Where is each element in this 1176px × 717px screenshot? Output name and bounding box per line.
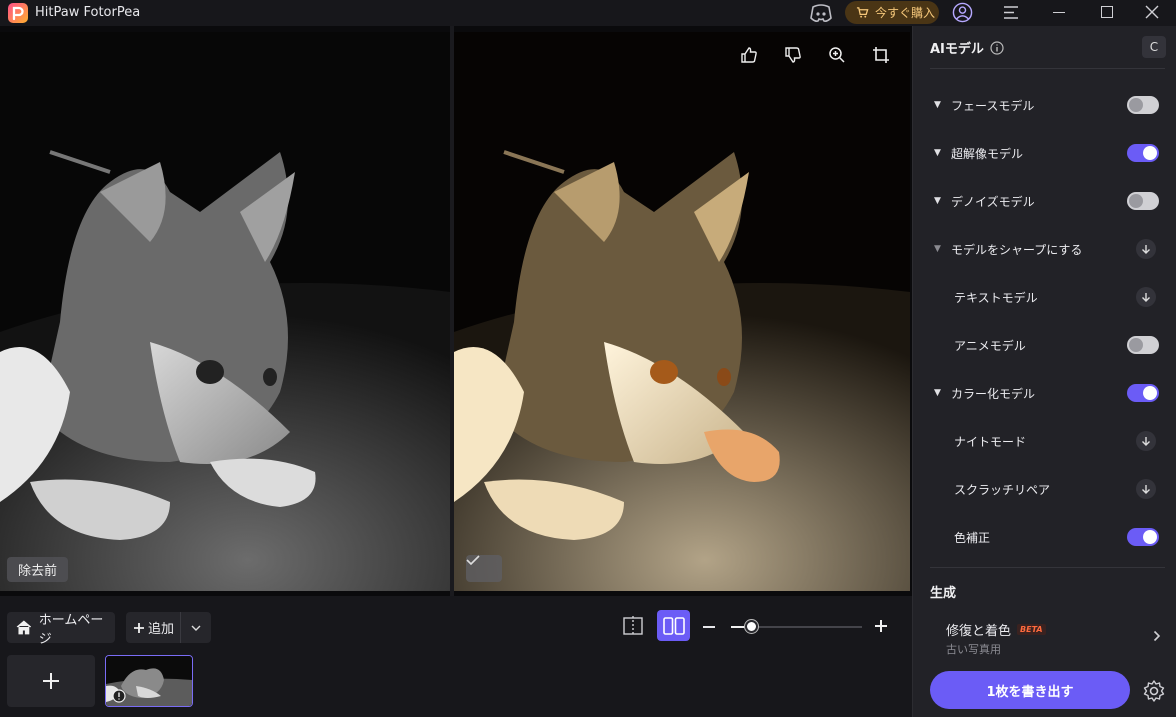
plus-icon <box>134 622 144 633</box>
single-view-icon[interactable] <box>622 615 644 637</box>
download-model-button[interactable] <box>1136 479 1156 499</box>
after-check-badge <box>466 555 502 582</box>
model-toggle[interactable] <box>1127 96 1159 114</box>
model-row[interactable]: ▼ 超解像モデル <box>930 141 1165 165</box>
panel-header: AIモデル <box>930 38 1004 57</box>
title-bar: HitPaw FotorPea 今すぐ購入 <box>0 0 1176 26</box>
bottom-bar: ホームページ 追加 <box>0 596 912 717</box>
add-thumbnail-button[interactable] <box>7 655 95 707</box>
app-title: HitPaw FotorPea <box>35 5 141 20</box>
separator <box>930 68 1165 69</box>
download-model-button[interactable] <box>1136 287 1156 307</box>
buy-now-label: 今すぐ購入 <box>875 6 936 20</box>
chevron-down-icon <box>191 625 201 631</box>
model-row[interactable]: ▼ フェースモデル <box>930 93 1165 117</box>
crop-icon[interactable] <box>872 46 894 68</box>
zoom-slider-handle[interactable] <box>744 620 758 633</box>
add-image-button[interactable]: 追加 <box>126 612 181 643</box>
zoom-in-icon[interactable] <box>828 46 850 68</box>
model-label: 超解像モデル <box>951 146 1024 161</box>
thumbs-down-icon[interactable] <box>784 46 806 68</box>
buy-now-button[interactable]: 今すぐ購入 <box>845 1 939 24</box>
ai-model-panel: AIモデル C ▼ フェースモデル ▼ 超解像モデル ▼ デノイズモデル ▼ モデルをシャープ… <box>912 26 1176 717</box>
model-toggle[interactable] <box>1127 528 1159 546</box>
expand-triangle-icon[interactable]: ▼ <box>934 100 946 110</box>
model-toggle[interactable] <box>1127 384 1159 402</box>
restore-colorize-subtitle: 古い写真用 <box>946 643 1001 656</box>
model-label: デノイズモデル <box>951 194 1035 209</box>
model-row[interactable]: ナイトモード <box>930 429 1165 453</box>
model-label: 色補正 <box>954 530 991 545</box>
download-icon <box>1142 484 1150 494</box>
reset-button[interactable]: C <box>1142 36 1166 58</box>
expand-triangle-icon[interactable]: ▼ <box>934 388 946 398</box>
home-icon <box>16 620 32 635</box>
chevron-right-icon <box>1153 630 1161 642</box>
app-window: HitPaw FotorPea 今すぐ購入 除去前 ホームページ 追加 AIモデ… <box>0 0 1176 717</box>
model-label: テキストモデル <box>954 290 1038 305</box>
download-icon <box>1142 292 1150 302</box>
add-button[interactable]: 追加 <box>126 612 211 643</box>
model-label: ナイトモード <box>954 434 1027 449</box>
model-row[interactable]: アニメモデル <box>930 333 1165 357</box>
add-dropdown[interactable] <box>181 625 211 631</box>
download-model-button[interactable] <box>1136 431 1156 451</box>
image-canvas: 除去前 <box>0 26 912 596</box>
model-label: フェースモデル <box>951 98 1035 113</box>
model-row[interactable]: 色補正 <box>930 525 1165 549</box>
model-label: スクラッチリペア <box>954 482 1051 497</box>
model-toggle[interactable] <box>1127 144 1159 162</box>
maximize-icon[interactable] <box>1101 6 1113 18</box>
before-image <box>0 32 450 591</box>
image-thumbnail[interactable] <box>105 655 193 707</box>
generate-section-title: 生成 <box>930 586 957 601</box>
info-status-icon <box>112 689 126 703</box>
split-view-button[interactable] <box>657 610 690 641</box>
settings-gear-icon[interactable] <box>1142 679 1166 703</box>
restore-colorize-title: 修復と着色 <box>946 624 1012 639</box>
after-image <box>454 32 910 591</box>
download-model-button[interactable] <box>1136 239 1156 259</box>
before-image-pane[interactable]: 除去前 <box>0 32 450 591</box>
panel-title: AIモデル <box>930 42 984 57</box>
minimize-icon[interactable] <box>1053 12 1065 13</box>
logo-icon <box>8 3 28 23</box>
restore-colorize-item[interactable]: 修復と着色 BETA 古い写真用 <box>946 620 1161 658</box>
check-icon <box>466 555 480 565</box>
expand-triangle-icon[interactable]: ▼ <box>934 148 946 158</box>
model-row[interactable]: ▼ カラー化モデル <box>930 381 1165 405</box>
expand-triangle-icon[interactable]: ▼ <box>934 244 946 254</box>
zoom-out-icon[interactable] <box>703 626 715 628</box>
model-row[interactable]: ▼ モデルをシャープにする <box>930 237 1165 261</box>
discord-icon[interactable] <box>809 3 833 23</box>
after-image-pane[interactable] <box>454 32 910 591</box>
model-row[interactable]: テキストモデル <box>930 285 1165 309</box>
zoom-in-plus-icon[interactable] <box>873 618 889 634</box>
split-view-icon <box>662 616 685 635</box>
download-icon <box>1142 244 1150 254</box>
beta-badge: BETA <box>1017 624 1046 635</box>
model-label: アニメモデル <box>954 338 1026 353</box>
home-button[interactable]: ホームページ <box>7 612 115 647</box>
download-icon <box>1142 436 1150 446</box>
separator <box>930 567 1165 568</box>
model-toggle[interactable] <box>1127 336 1159 354</box>
expand-triangle-icon[interactable]: ▼ <box>934 196 946 206</box>
model-label: モデルをシャープにする <box>951 242 1083 257</box>
cart-icon <box>856 7 869 18</box>
model-toggle[interactable] <box>1127 192 1159 210</box>
home-label: ホームページ <box>38 612 104 647</box>
export-button[interactable]: 1枚を書き出す <box>930 671 1130 709</box>
menu-icon[interactable] <box>1003 5 1019 20</box>
user-icon[interactable] <box>952 2 973 23</box>
model-row[interactable]: ▼ デノイズモデル <box>930 189 1165 213</box>
add-label: 追加 <box>148 622 175 637</box>
info-icon[interactable] <box>990 40 1004 55</box>
thumbs-up-icon[interactable] <box>740 46 762 68</box>
plus-icon <box>43 673 59 689</box>
model-row[interactable]: スクラッチリペア <box>930 477 1165 501</box>
model-label: カラー化モデル <box>951 386 1036 401</box>
before-label-badge: 除去前 <box>7 557 69 582</box>
close-icon[interactable] <box>1143 3 1161 21</box>
